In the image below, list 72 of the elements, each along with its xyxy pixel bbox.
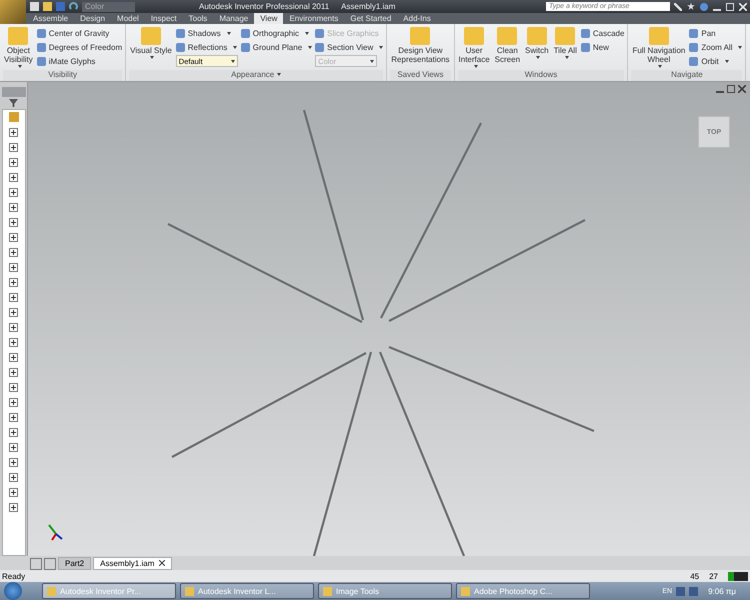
tool-icon — [464, 27, 484, 45]
caret-icon — [564, 56, 569, 59]
ribbon-tab[interactable]: Add-Ins — [397, 13, 437, 24]
caret-icon — [370, 60, 374, 62]
caret-icon — [308, 46, 312, 48]
status-count: 45 — [690, 572, 700, 580]
document-title: Assembly1.iam — [341, 2, 396, 11]
ribbon-button[interactable]: New — [580, 41, 624, 53]
ribbon-button[interactable]: Orbit — [689, 55, 742, 67]
ribbon-button[interactable]: Degrees of Freedom — [36, 41, 122, 53]
ribbon-button[interactable]: Shadows — [176, 27, 238, 39]
tool-icon — [410, 27, 430, 45]
tool-icon — [648, 27, 669, 45]
ribbon-button[interactable]: Visual Style — [129, 27, 173, 59]
ribbon-button[interactable]: Zoom All — [689, 41, 742, 53]
progress-meter — [728, 572, 748, 580]
caret-icon — [277, 73, 282, 76]
tool-icon — [8, 27, 28, 45]
ribbon-button[interactable]: User Interface — [458, 27, 491, 68]
tool-icon — [526, 27, 547, 45]
ribbon-tab[interactable]: Inspect — [144, 13, 183, 24]
caret-icon — [738, 46, 742, 48]
ribbon-button[interactable]: Clean Screen — [494, 27, 522, 64]
ribbon-button[interactable]: Cascade — [580, 27, 624, 39]
tool-icon — [140, 27, 161, 45]
status-message: Ready — [2, 572, 26, 580]
undo-icon[interactable] — [69, 2, 78, 11]
close-icon[interactable] — [738, 85, 746, 93]
caret-icon — [150, 56, 154, 59]
ribbon-button[interactable]: Ground Plane — [240, 41, 312, 53]
restore-icon[interactable] — [727, 85, 735, 93]
group-label: Visibility — [3, 70, 122, 81]
caret-icon — [226, 32, 231, 34]
ribbon-tab[interactable]: View — [254, 13, 284, 24]
ribbon-tab[interactable]: Design — [74, 13, 112, 24]
filter-icon[interactable] — [9, 99, 18, 107]
tool-icon — [497, 27, 518, 45]
group-label[interactable]: Appearance — [129, 70, 384, 81]
ribbon-button[interactable]: Design View Representations — [390, 27, 451, 64]
axis-triad-icon — [48, 524, 63, 541]
ribbon-tab[interactable]: Environments — [283, 13, 344, 24]
ribbon-tab[interactable]: Manage — [213, 13, 254, 24]
caret-icon — [724, 60, 729, 62]
tool-icon — [555, 27, 576, 45]
ribbon-button[interactable]: Center of Gravity — [36, 27, 122, 39]
close-icon[interactable] — [159, 560, 166, 566]
ribbon-button[interactable]: Tile All — [552, 27, 578, 59]
group-label: Saved Views — [390, 70, 451, 81]
ribbon-tab[interactable]: Tools — [182, 13, 214, 24]
caret-icon — [305, 32, 310, 34]
close-icon[interactable] — [739, 2, 747, 10]
caret-icon — [233, 46, 238, 48]
document-tab[interactable]: Assembly1.iam — [93, 557, 172, 570]
group-label: Windows — [458, 70, 624, 81]
ribbon-button[interactable]: Object Visibility — [3, 27, 34, 68]
caret-icon — [536, 56, 540, 59]
status-count: 27 — [709, 572, 718, 580]
caret-icon — [379, 46, 384, 48]
ribbon-button[interactable]: Pan — [689, 27, 742, 39]
window-title: Autodesk Inventor Professional 2011 — [199, 2, 330, 11]
ribbon-button[interactable]: Switch — [524, 27, 550, 59]
ribbon-button[interactable]: iMate Glyphs — [36, 55, 122, 67]
ribbon-button[interactable]: Reflections — [176, 41, 238, 53]
ribbon-button[interactable]: Orthographic — [240, 27, 312, 39]
ribbon-button[interactable]: Section View — [315, 41, 384, 53]
ribbon-tab[interactable]: Get Started — [344, 13, 398, 24]
group-label: Navigate — [631, 70, 742, 81]
caret-icon — [230, 60, 235, 62]
document-tab[interactable]: Part2 — [58, 557, 92, 570]
ribbon-tab[interactable]: Model — [111, 13, 145, 24]
ribbon-tab[interactable]: Assemble — [27, 13, 74, 24]
start-button[interactable] — [4, 582, 22, 600]
